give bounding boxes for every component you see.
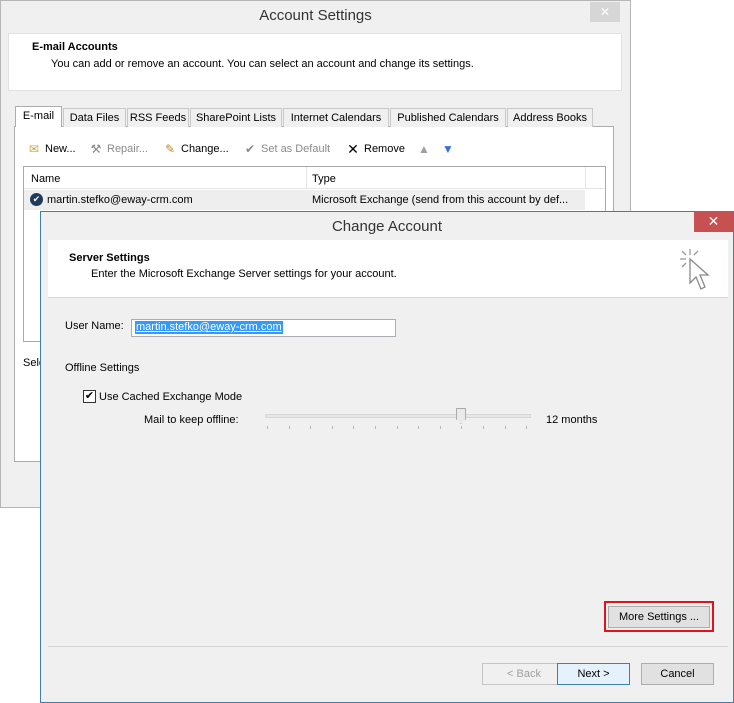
checkmark-circle-icon: ✔	[244, 142, 256, 156]
slider-tick	[418, 426, 420, 429]
account-name-cell: martin.stefko@eway-crm.com	[47, 194, 193, 206]
column-header-name[interactable]: Name	[31, 173, 60, 185]
account-settings-header-desc: You can add or remove an account. You ca…	[51, 58, 474, 70]
tab-rss-feeds[interactable]: RSS Feeds	[127, 108, 189, 127]
tab-sharepoint-lists[interactable]: SharePoint Lists	[190, 108, 282, 127]
arrow-up-icon: ▲	[418, 142, 430, 156]
account-settings-header-title: E-mail Accounts	[32, 41, 118, 53]
arrow-down-icon: ▼	[442, 142, 454, 156]
tab-email[interactable]: E-mail	[15, 106, 62, 127]
mail-offline-value: 12 months	[546, 414, 598, 426]
next-button[interactable]: Next >	[557, 663, 630, 685]
column-divider[interactable]	[306, 167, 307, 189]
slider-tick	[504, 426, 506, 429]
remove-label: Remove	[364, 143, 405, 155]
cached-mode-label[interactable]: Use Cached Exchange Mode	[99, 391, 242, 403]
slider-tick	[288, 426, 290, 429]
repair-tools-icon: ⚒	[90, 142, 102, 156]
footer-divider	[48, 646, 728, 647]
change-label: Change...	[181, 143, 229, 155]
mail-offline-label: Mail to keep offline:	[144, 414, 239, 426]
change-account-close-button[interactable]: ✕	[694, 211, 733, 232]
server-settings-desc: Enter the Microsoft Exchange Server sett…	[91, 268, 397, 280]
slider-tick	[396, 426, 398, 429]
cached-mode-checkbox[interactable]: ✔	[83, 390, 96, 403]
more-settings-button[interactable]: More Settings ...	[608, 606, 710, 628]
slider-tick	[353, 426, 355, 429]
server-settings-title: Server Settings	[69, 252, 150, 264]
account-type-cell: Microsoft Exchange (send from this accou…	[312, 194, 569, 206]
slider-tick	[331, 426, 333, 429]
set-default-label: Set as Default	[261, 143, 331, 155]
new-account-label: New...	[45, 143, 76, 155]
slider-tick	[267, 426, 268, 429]
repair-button[interactable]: ⚒ Repair...	[89, 141, 148, 157]
cancel-button[interactable]: Cancel	[641, 663, 714, 685]
tab-data-files[interactable]: Data Files	[63, 108, 126, 127]
change-account-title: Change Account	[331, 218, 443, 235]
user-name-value[interactable]: martin.stefko@eway-crm.com	[135, 321, 283, 334]
default-account-check-icon: ✔	[30, 193, 43, 206]
new-account-button[interactable]: ✉ New...	[27, 141, 76, 157]
pointer-cursor-icon	[680, 249, 710, 290]
change-button[interactable]: ✎ Change...	[163, 141, 229, 157]
user-name-label: User Name:	[65, 320, 124, 332]
set-default-button[interactable]: ✔ Set as Default	[243, 141, 330, 157]
back-button[interactable]: < Back	[482, 663, 566, 685]
move-up-button[interactable]: ▲	[417, 141, 431, 157]
new-mail-icon: ✉	[28, 142, 40, 156]
slider-tick	[375, 426, 376, 429]
slider-tick	[526, 426, 528, 429]
offline-settings-heading: Offline Settings	[65, 362, 140, 374]
move-down-button[interactable]: ▼	[441, 141, 455, 157]
mail-offline-slider-track[interactable]	[265, 414, 531, 418]
slider-tick	[483, 426, 484, 429]
repair-label: Repair...	[107, 143, 148, 155]
tab-address-books[interactable]: Address Books	[507, 108, 593, 127]
account-settings-title: Account Settings	[259, 7, 372, 24]
remove-button[interactable]: ✕ Remove	[346, 141, 405, 157]
slider-tick	[439, 426, 441, 429]
column-divider[interactable]	[585, 167, 586, 189]
change-mail-icon: ✎	[164, 142, 176, 156]
tab-published-calendars[interactable]: Published Calendars	[390, 108, 506, 127]
account-settings-close-button[interactable]: ✕	[590, 2, 620, 22]
column-header-type[interactable]: Type	[312, 173, 336, 185]
slider-tick	[461, 426, 463, 429]
tab-internet-calendars[interactable]: Internet Calendars	[283, 108, 389, 127]
slider-tick	[310, 426, 312, 429]
remove-x-icon: ✕	[347, 141, 359, 157]
